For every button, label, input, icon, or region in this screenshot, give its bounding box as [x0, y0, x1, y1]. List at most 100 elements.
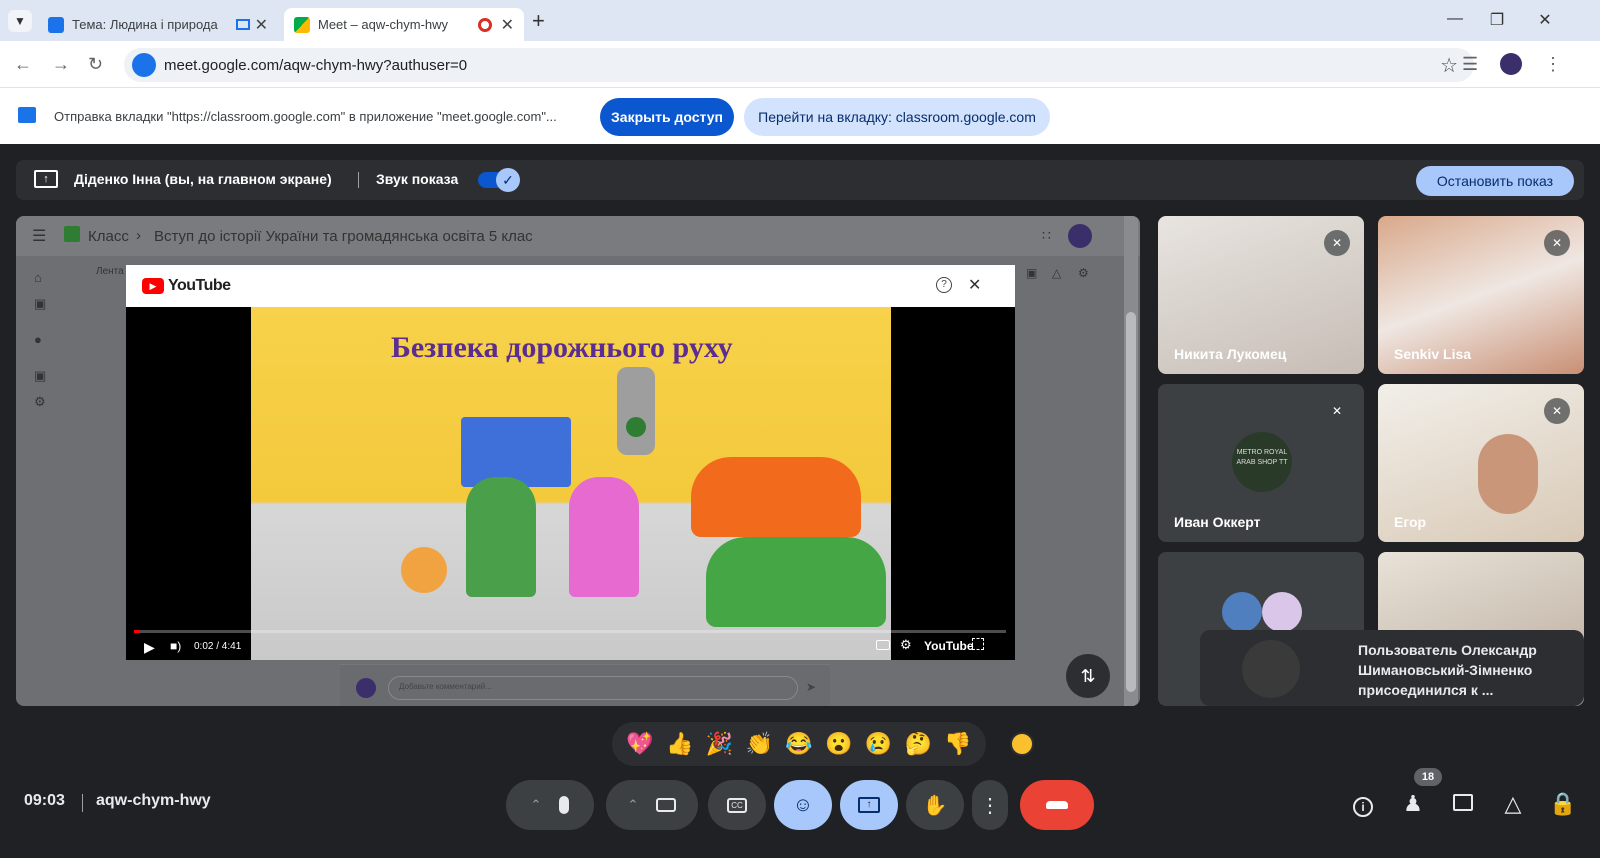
youtube-watermark[interactable]: YouTube	[924, 639, 974, 653]
progress-track[interactable]	[134, 630, 1006, 633]
mic-off-icon: ✕	[1324, 398, 1350, 424]
media-control-icon[interactable]: ☰	[1462, 54, 1478, 75]
back-icon[interactable]: ←	[14, 54, 32, 75]
profile-avatar[interactable]	[1500, 53, 1522, 75]
host-controls-icon[interactable]: 🔒	[1548, 791, 1578, 817]
audio-label: Звук показа	[376, 171, 459, 187]
captions-button[interactable]: CC	[708, 780, 766, 830]
stop-presenting-button[interactable]: Остановить показ	[1416, 166, 1574, 196]
video-options-group: ⌃	[606, 780, 698, 830]
activities-icon[interactable]: △	[1498, 791, 1528, 817]
notification-text: Пользователь Олександр Шимановський-Зімн…	[1358, 642, 1537, 698]
participant-name: Никита Лукомец	[1174, 346, 1287, 362]
stop-sharing-button[interactable]: Закрыть доступ	[600, 98, 734, 136]
browser-menu-icon[interactable]: ⋮	[1544, 54, 1562, 75]
video-frame[interactable]: Безпека дорожнього руху	[251, 307, 891, 660]
video-time: 0:02 / 4:41	[194, 641, 242, 652]
minimize-icon[interactable]: —	[1440, 10, 1470, 28]
skin-tone-picker[interactable]	[1010, 732, 1034, 756]
comment-placeholder: Добавьте комментарий...	[399, 682, 492, 691]
swap-layout-button[interactable]: ⇅	[1066, 654, 1110, 698]
thinking-icon[interactable]: 🤔	[905, 731, 932, 757]
divider	[82, 794, 83, 812]
restore-icon[interactable]: ❐	[1482, 10, 1512, 30]
classroom-favicon-icon	[48, 16, 64, 33]
address-bar[interactable]: meet.google.com/aqw-chym-hwy?authuser=0 …	[124, 48, 1474, 82]
classroom-logo-icon	[64, 226, 80, 242]
todo-icon: ▣	[34, 368, 47, 383]
captions-icon: CC	[727, 797, 747, 813]
help-icon[interactable]: ?	[936, 277, 952, 293]
reactions-bar: 💖 👍 🎉 👏 😂 😮 😢 🤔 👎	[612, 722, 986, 766]
bookmark-star-icon[interactable]: ☆	[1440, 53, 1458, 78]
home-icon: ⌂	[34, 270, 42, 285]
recording-icon	[478, 17, 493, 32]
camera-icon[interactable]	[656, 798, 677, 812]
present-button[interactable]: ↑	[840, 780, 898, 830]
sparkle-heart-icon[interactable]: 💖	[626, 731, 653, 757]
participant-tile[interactable]: ✕ Егор	[1378, 384, 1584, 542]
clapping-icon[interactable]: 👏	[745, 731, 772, 757]
tab-lesson[interactable]: Тема: Людина і природа ✕	[38, 8, 278, 41]
captions-icon[interactable]	[876, 640, 890, 650]
mic-off-icon: ✕	[1544, 230, 1570, 256]
crying-icon[interactable]: 😢	[865, 731, 892, 757]
gear-icon: ⚙	[1078, 266, 1089, 280]
party-popper-icon[interactable]: 🎉	[706, 731, 733, 757]
reload-icon[interactable]: ↻	[88, 54, 103, 75]
leave-call-button[interactable]	[1020, 780, 1094, 830]
switch-tab-button[interactable]: Перейти на вкладку: classroom.google.com	[744, 98, 1050, 136]
more-options-button[interactable]: ⋮	[972, 780, 1008, 830]
boy-figure	[466, 477, 536, 597]
close-tab-icon[interactable]: ✕	[255, 15, 268, 35]
check-icon: ✓	[496, 168, 520, 192]
traffic-light-green	[626, 417, 646, 437]
forward-icon[interactable]: →	[52, 54, 70, 75]
people-icon[interactable]: ♟	[1398, 791, 1428, 817]
thumbs-down-icon[interactable]: 👎	[944, 731, 971, 757]
breadcrumb-root: Класс	[88, 228, 129, 245]
close-tab-icon[interactable]: ✕	[501, 15, 514, 35]
tab-meet[interactable]: Meet – aqw-chym-hwy ✕	[284, 8, 524, 41]
meet-favicon-icon	[294, 16, 310, 33]
raise-hand-button[interactable]: ✋	[906, 780, 964, 830]
drive-icon: △	[1052, 266, 1062, 280]
youtube-brand: YouTube	[168, 277, 231, 294]
tab-title: Meet – aqw-chym-hwy	[318, 17, 449, 32]
settings-gear-icon[interactable]: ⚙	[900, 637, 912, 653]
participant-name: Егор	[1394, 514, 1427, 530]
video-title-text: Безпека дорожнього руху	[391, 331, 733, 364]
chevron-up-icon[interactable]: ⌃	[531, 797, 542, 813]
new-tab-button[interactable]: +	[532, 8, 545, 34]
mic-off-icon: ✕	[1324, 230, 1350, 256]
school-building	[461, 417, 571, 487]
surprised-icon[interactable]: 😮	[825, 731, 852, 757]
settings-icon: ⚙	[34, 394, 46, 409]
reactions-button[interactable]: ☺	[774, 780, 832, 830]
orange-car	[691, 457, 861, 537]
tab-title: Тема: Людина і природа	[72, 17, 218, 32]
thumbs-up-icon[interactable]: 👍	[666, 731, 693, 757]
participant-tile[interactable]: ✕ Никита Лукомец	[1158, 216, 1364, 374]
meet-area: ↑ Діденко Інна (вы, на главном экране) З…	[0, 144, 1600, 858]
chevron-up-icon[interactable]: ⌃	[628, 797, 639, 813]
microphone-icon[interactable]	[559, 796, 570, 814]
close-modal-icon[interactable]: ✕	[968, 275, 981, 295]
participant-name: Иван Оккерт	[1174, 514, 1261, 530]
volume-icon[interactable]: ■)	[170, 639, 181, 653]
participant-tile[interactable]: ✕ Senkiv Lisa	[1378, 216, 1584, 374]
divider	[358, 172, 359, 188]
presenter-label: Діденко Інна (вы, на главном экране)	[74, 171, 332, 187]
laughing-icon[interactable]: 😂	[785, 731, 812, 757]
participant-tile[interactable]: ✕ METRO ROYAL ARAB SHOP TT Иван Оккерт	[1158, 384, 1364, 542]
more-vert-icon: ⋮	[980, 794, 1000, 817]
joiner-avatar	[1242, 640, 1300, 698]
hand-icon: ✋	[922, 794, 948, 817]
chat-icon[interactable]	[1448, 791, 1478, 817]
info-icon[interactable]: i	[1348, 791, 1378, 817]
play-icon[interactable]: ▶	[144, 639, 155, 656]
audio-options-group: ⌃	[506, 780, 594, 830]
tab-search-button[interactable]: ▼	[8, 10, 32, 32]
fullscreen-icon[interactable]	[972, 638, 984, 650]
close-window-icon[interactable]: ✕	[1530, 10, 1560, 30]
